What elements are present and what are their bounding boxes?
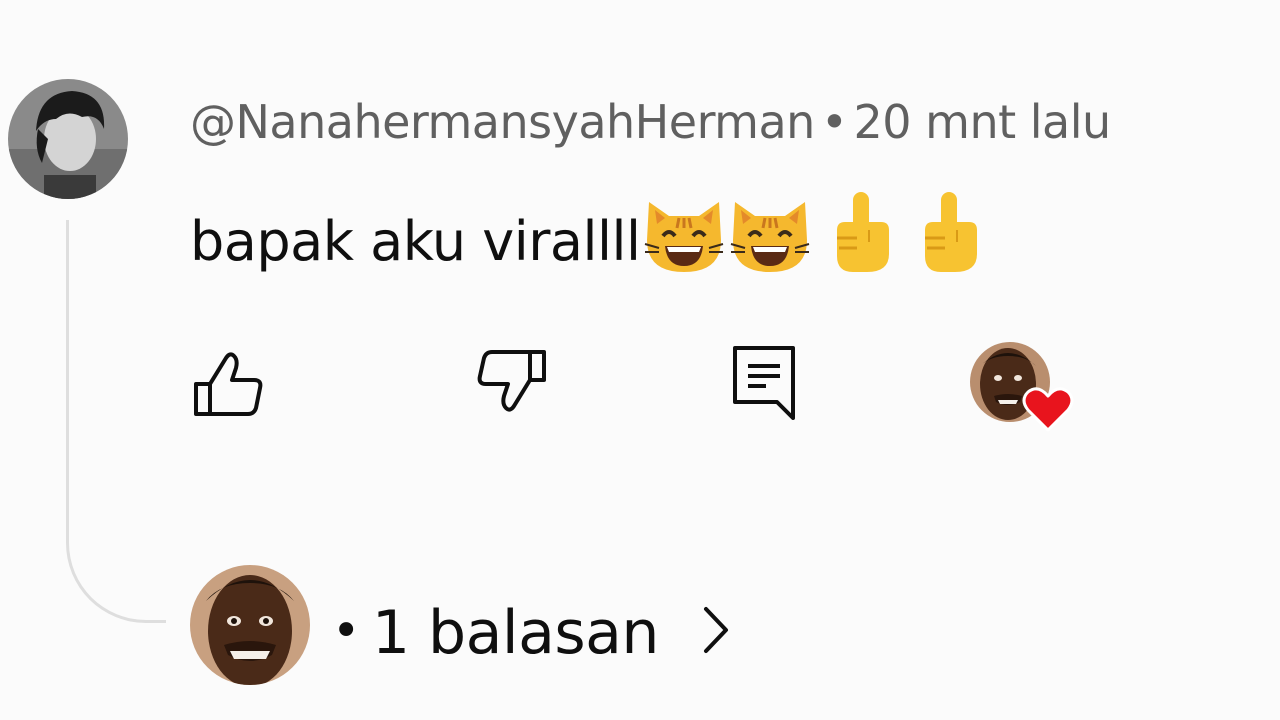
view-replies-button[interactable]: • 1 balasan [190,565,750,685]
thumbs-up-icon [190,344,266,420]
comment-body: bapak aku virallll [190,190,987,276]
dislike-button[interactable] [474,344,550,420]
comment-text: bapak aku virallll [190,210,641,273]
meta-separator: • [820,95,848,149]
reply-thread-line [66,220,166,623]
comment-timestamp[interactable]: 20 mnt lalu [853,95,1111,149]
comment-meta: @NanahermansyahHerman • 20 mnt lalu [190,92,1111,152]
thumbs-down-icon [474,344,550,420]
creator-heart-badge [970,342,1074,436]
replier-avatar [190,565,310,685]
grinning-cat-emoji [727,196,813,274]
commenter-avatar[interactable] [8,79,128,199]
like-button[interactable] [190,344,266,420]
grinning-cat-emoji [641,196,727,274]
replies-count-label: 1 balasan [371,598,660,668]
chevron-right-icon [700,605,730,659]
comment-author[interactable]: @NanahermansyahHerman [190,95,815,149]
comment-reply-icon [730,344,798,420]
replies-count[interactable]: • 1 balasan [332,593,659,671]
pointing-up-emoji [911,190,987,274]
replies-separator: • [332,603,360,659]
pointing-up-emoji [823,190,899,274]
reply-button[interactable] [730,344,798,420]
heart-icon [1022,382,1074,438]
